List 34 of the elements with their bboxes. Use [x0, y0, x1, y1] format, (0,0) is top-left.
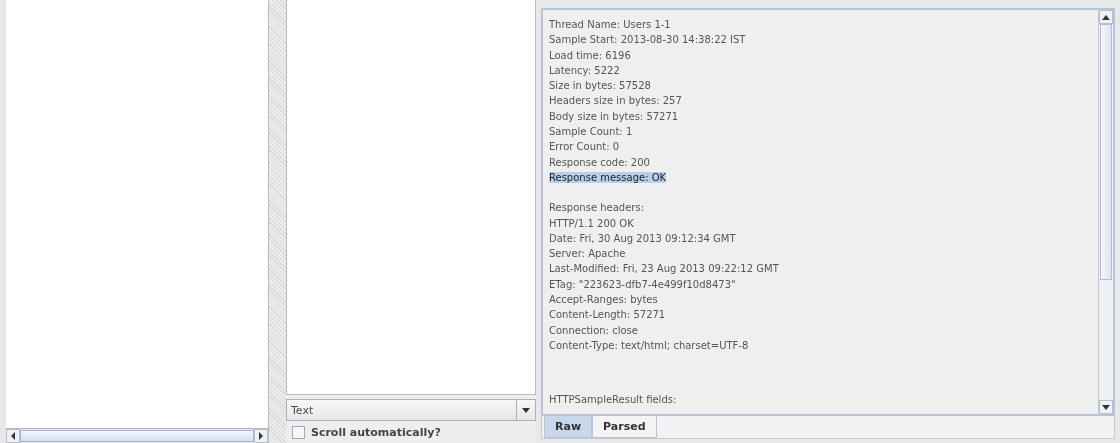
- scroll-right-icon[interactable]: [254, 429, 268, 443]
- vertical-scrollbar[interactable]: [1098, 10, 1113, 414]
- view-tab[interactable]: Raw: [544, 416, 593, 438]
- scroll-left-icon[interactable]: [6, 429, 20, 443]
- response-line: ETag: "223623-dfb7-4e499f10d8473": [549, 278, 736, 290]
- response-line: HTTPSampleResult fields:: [549, 393, 677, 405]
- response-line: Last-Modified: Fri, 23 Aug 2013 09:22:12 GMT: [549, 263, 779, 275]
- response-line: Accept-Ranges: bytes: [549, 294, 658, 306]
- response-line: Content-Length: 57271: [549, 309, 666, 321]
- response-line: Size in bytes: 57528: [549, 80, 651, 92]
- scrollbar-thumb[interactable]: [1100, 24, 1112, 280]
- response-line: Date: Fri, 30 Aug 2013 09:12:34 GMT: [549, 232, 736, 244]
- response-line: Sample Count: 1: [549, 126, 633, 138]
- scroll-down-icon[interactable]: [1099, 400, 1113, 414]
- checkbox[interactable]: [292, 425, 305, 439]
- response-line: Body size in bytes: 57271: [549, 110, 679, 122]
- response-line: Latency: 5222: [549, 64, 620, 76]
- renderer-dropdown[interactable]: Text: [286, 399, 536, 421]
- response-line: HTTP/1.1 200 OK: [549, 217, 634, 229]
- response-line: Thread Name: Users 1-1: [549, 19, 671, 30]
- response-line: Connection: close: [549, 324, 638, 336]
- scrollbar-thumb[interactable]: [20, 430, 254, 442]
- checkbox-label: Scroll automatically?: [311, 425, 441, 439]
- response-line: Load time: 6196: [549, 49, 631, 61]
- scroll-up-icon[interactable]: [1099, 10, 1113, 24]
- response-line: Error Count: 0: [549, 141, 620, 153]
- response-line: Headers size in bytes: 257: [549, 95, 682, 107]
- response-line: Response headers:: [549, 202, 644, 214]
- response-line: Content-Type: text/html; charset=UTF-8: [549, 339, 749, 351]
- response-line: Response code: 200: [549, 156, 650, 168]
- response-line: Server: Apache: [549, 248, 626, 260]
- horizontal-scrollbar[interactable]: [6, 428, 268, 443]
- view-tab[interactable]: Parsed: [592, 416, 657, 438]
- response-line: Sample Start: 2013-08-30 14:38:22 IST: [549, 34, 746, 46]
